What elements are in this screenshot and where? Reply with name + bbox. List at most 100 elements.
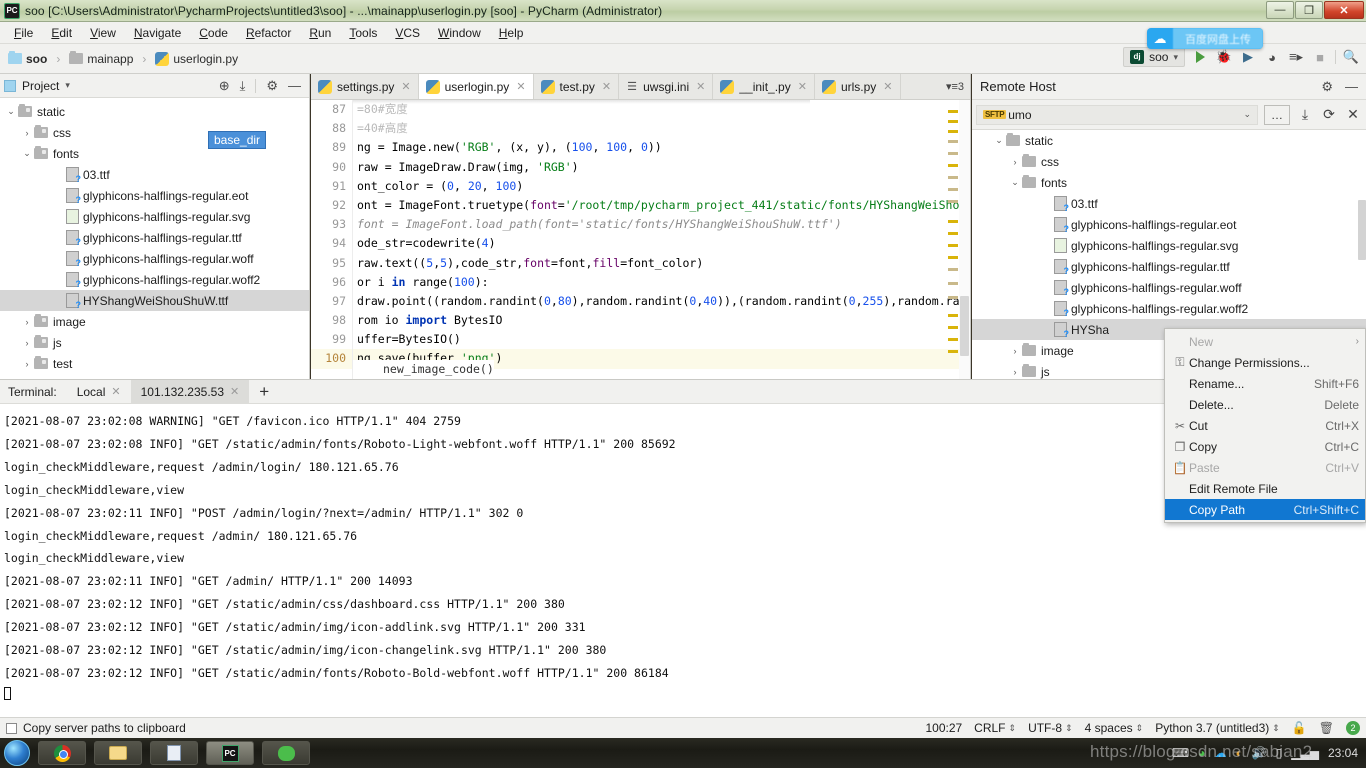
code-line[interactable]: ng = Image.new('RGB', (x, y), (100, 100,… (353, 138, 970, 157)
network-icon[interactable]: ▁▃▅ (1291, 746, 1319, 760)
run-icon[interactable] (1191, 48, 1209, 66)
chevron-down-icon[interactable]: ⌄ (1008, 177, 1022, 188)
project-panel-title[interactable]: Project (22, 79, 59, 93)
maximize-button[interactable]: ❐ (1295, 1, 1323, 19)
error-stripe-mark[interactable] (948, 350, 958, 353)
menu-item-help[interactable]: Help (491, 24, 532, 42)
taskbar-explorer-button[interactable] (94, 741, 142, 765)
code-line[interactable]: font = ImageFont.load_path(font='static/… (353, 215, 970, 234)
code-line[interactable]: ont_color = (0, 20, 100) (353, 177, 970, 196)
terminal-tab-local[interactable]: Local ✕ (67, 380, 131, 404)
project-tree-item[interactable]: ·glyphicons-halflings-regular.woff2 (0, 269, 309, 290)
code-line[interactable]: ode_str=codewrite(4) (353, 234, 970, 253)
close-icon[interactable]: ✕ (602, 80, 611, 93)
menu-item-tools[interactable]: Tools (341, 24, 385, 42)
error-stripe-mark[interactable] (948, 110, 958, 113)
code-line[interactable]: ont = ImageFont.truetype(font='/root/tmp… (353, 196, 970, 215)
editor-tab-urls-py[interactable]: urls.py ✕ (814, 74, 901, 99)
breadcrumb-package[interactable]: mainapp (87, 52, 133, 66)
project-tree-item[interactable]: › test (0, 353, 309, 374)
code-line[interactable]: rom io import BytesIO (353, 311, 970, 330)
start-button-icon[interactable] (4, 740, 30, 766)
menu-item-view[interactable]: View (82, 24, 124, 42)
locate-icon[interactable]: ⊕ (219, 78, 230, 94)
taskbar-wechat-button[interactable] (262, 741, 310, 765)
error-stripe-mark[interactable] (948, 314, 958, 317)
baidu-netdisk-upload-badge[interactable]: ☁ 百度网盘上传 (1147, 28, 1263, 49)
chevron-right-icon[interactable]: › (20, 338, 34, 348)
error-stripe-mark[interactable] (948, 120, 958, 123)
context-menu-item-copy-path[interactable]: Copy Path Ctrl+Shift+C (1165, 499, 1365, 520)
profile-icon[interactable]: ◕ (1263, 48, 1281, 66)
interpreter-selector[interactable]: Python 3.7 (untitled3) ⇕ (1155, 721, 1280, 735)
chevron-right-icon[interactable]: › (1008, 346, 1022, 356)
remote-tree-item[interactable]: ·glyphicons-halflings-regular.ttf (972, 256, 1366, 277)
project-tree-item[interactable]: › js (0, 332, 309, 353)
taskbar-notepad-button[interactable] (150, 741, 198, 765)
menu-item-vcs[interactable]: VCS (387, 24, 428, 42)
remote-tree-item[interactable]: ·glyphicons-halflings-regular.woff2 (972, 298, 1366, 319)
context-menu-item-rename[interactable]: Rename... Shift+F6 (1165, 373, 1365, 394)
settings-icon[interactable]: ⚙ (266, 78, 278, 94)
debug-icon[interactable]: 🐞 (1215, 48, 1233, 66)
close-icon[interactable]: ✕ (401, 80, 410, 93)
stop-icon[interactable]: ■ (1311, 48, 1329, 66)
editor-tab-uwsgi-ini[interactable]: ☰ uwsgi.ini ✕ (619, 74, 714, 99)
error-stripe-mark[interactable] (948, 152, 958, 155)
project-tree-item[interactable]: ·glyphicons-halflings-regular.eot (0, 185, 309, 206)
close-icon[interactable]: ✕ (111, 385, 120, 398)
terminal-tab-remote[interactable]: 101.132.235.53 ✕ (130, 379, 250, 404)
menu-item-window[interactable]: Window (430, 24, 489, 42)
cloud-tray-icon[interactable]: ☁ (1214, 746, 1226, 760)
trash-icon[interactable]: 🗑 (1319, 721, 1334, 735)
project-view-dropdown-icon[interactable]: ▾ (65, 80, 70, 91)
breadcrumb-project[interactable]: soo (26, 52, 47, 66)
run-with-console-icon[interactable]: ≡▸ (1287, 48, 1305, 66)
encoding-selector[interactable]: UTF-8 ⇕ (1028, 721, 1073, 735)
editor-tab-test-py[interactable]: test.py ✕ (533, 74, 620, 99)
error-stripe-mark[interactable] (948, 140, 958, 143)
remote-tree-item[interactable]: ·glyphicons-halflings-regular.woff (972, 277, 1366, 298)
menu-item-code[interactable]: Code (191, 24, 236, 42)
remote-tree-item[interactable]: ·glyphicons-halflings-regular.eot (972, 214, 1366, 235)
close-icon[interactable]: ✕ (516, 80, 525, 93)
chevron-right-icon[interactable]: › (20, 359, 34, 369)
close-icon[interactable]: ✕ (230, 385, 239, 398)
error-stripe-mark[interactable] (948, 244, 958, 247)
close-icon[interactable]: ✕ (798, 80, 807, 93)
menu-item-refactor[interactable]: Refactor (238, 24, 299, 42)
coverage-icon[interactable]: ▶ (1239, 48, 1257, 66)
code-line[interactable]: =40#高度 (353, 119, 970, 138)
code-area[interactable]: 87 88 89 90 91 92 93 94 95 96 97 98 99 100 =80#宽度 =40#… (311, 100, 970, 379)
project-tree-item[interactable]: ·HYShangWeiShouShuW.ttf (0, 290, 309, 311)
caret-position[interactable]: 100:27 (925, 721, 962, 735)
collapse-all-icon[interactable]: ⤓ (240, 78, 246, 94)
chevron-down-icon[interactable]: ⌄ (4, 106, 18, 117)
new-terminal-tab-button[interactable]: + (249, 380, 279, 404)
chevron-down-icon[interactable]: ⌄ (992, 135, 1006, 146)
error-stripe-mark[interactable] (948, 326, 958, 329)
project-tree-item[interactable]: ·glyphicons-halflings-regular.svg (0, 206, 309, 227)
context-menu-item-delete[interactable]: Delete... Delete (1165, 394, 1365, 415)
close-icon[interactable]: ✕ (883, 80, 892, 93)
editor-tab-userlogin-py[interactable]: userlogin.py ✕ (418, 74, 534, 99)
editor-tab-settings-py[interactable]: settings.py ✕ (311, 74, 419, 99)
run-configuration-selector[interactable]: dj soo ▾ (1123, 47, 1185, 67)
chevron-down-icon[interactable]: ⌄ (1243, 109, 1251, 120)
minimize-button[interactable]: — (1266, 1, 1294, 19)
code-content[interactable]: =80#宽度 =40#高度 ng = Image.new('RGB', (x, y)… (353, 100, 970, 379)
editor-tab---init--py[interactable]: __init_.py ✕ (713, 74, 815, 99)
close-button[interactable]: ✕ (1324, 1, 1364, 19)
error-stripe-mark[interactable] (948, 282, 958, 285)
project-tree-item[interactable]: ·glyphicons-halflings-regular.ttf (0, 227, 309, 248)
lock-icon[interactable]: 🔓 (1292, 721, 1307, 735)
remote-tree-scrollbar[interactable] (1358, 200, 1366, 260)
refresh-icon[interactable]: ⟳ (1320, 106, 1338, 124)
hide-panel-icon[interactable]: — (1345, 79, 1358, 94)
error-stripe-mark[interactable] (948, 130, 958, 133)
error-stripe-mark[interactable] (948, 296, 958, 299)
hide-panel-icon[interactable]: — (288, 78, 301, 93)
chevron-right-icon[interactable]: › (20, 317, 34, 327)
chevron-right-icon[interactable]: › (1008, 157, 1022, 167)
volume-icon[interactable]: 🔊 (1252, 746, 1267, 760)
